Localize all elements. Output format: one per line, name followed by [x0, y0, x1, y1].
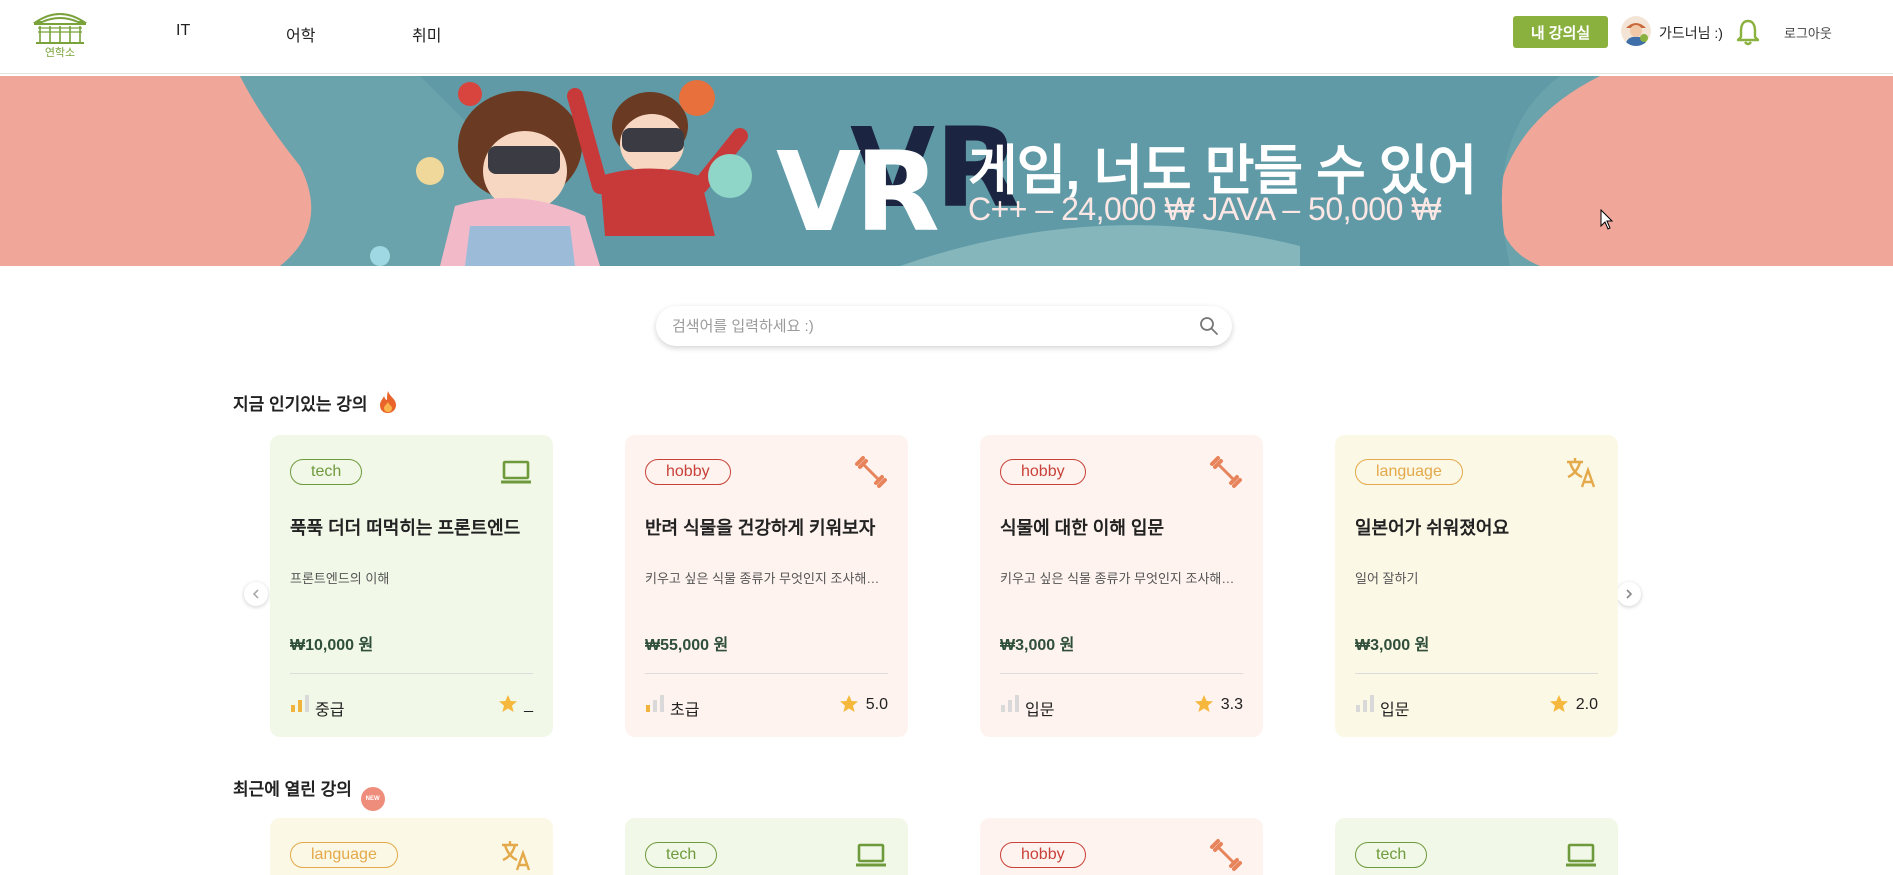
star-icon [499, 695, 517, 712]
recent-section-title: 최근에 열린 강의 NEW [233, 775, 385, 811]
course-description: 키우고 싶은 식물 종류가 무엇인지 조사해보기 [1000, 571, 1240, 586]
category-tag: hobby [1000, 459, 1086, 485]
course-card[interactable]: tech 푹푹 더더 떠먹히는 프론트엔드 프론트엔드의 이해 ₩10,000 … [270, 435, 553, 737]
course-card[interactable]: hobby 반려 식물을 건강하게 키워보자 키우고 싶은 식물 종류가 무엇인… [625, 435, 908, 737]
star-icon [1550, 695, 1568, 712]
new-badge-text: NEW [365, 796, 380, 802]
popular-title-text: 지금 인기있는 강의 [233, 395, 368, 414]
category-tag: hobby [645, 459, 731, 485]
course-rating: _ [524, 696, 533, 713]
carousel-next-button[interactable] [1617, 582, 1641, 606]
card-divider [290, 673, 533, 674]
site-logo[interactable]: 연학소 [32, 8, 88, 59]
pavilion-logo-icon [32, 13, 88, 44]
recent-title-text: 최근에 열린 강의 [233, 780, 352, 799]
course-level: 입문 [1380, 702, 1410, 719]
course-rating: 5.0 [865, 696, 888, 713]
course-rating: 2.0 [1575, 696, 1598, 713]
search-icon[interactable] [1199, 316, 1219, 336]
chevron-right-icon [1626, 589, 1633, 599]
fire-icon [380, 391, 397, 413]
course-title: 식물에 대한 이해 입문 [1000, 518, 1165, 538]
course-title: 일본어가 쉬워졌어요 [1355, 518, 1510, 538]
star-icon [1195, 695, 1213, 712]
course-price: ₩3,000 원 [1355, 637, 1430, 654]
course-card[interactable]: tech [625, 818, 908, 875]
mouse-cursor-icon [1600, 209, 1614, 230]
top-header: 연학소 IT 어학 취미 내 강의실 가드너님 :) 로그아웃 [0, 0, 1893, 74]
banner-background: VR [0, 76, 1893, 266]
course-description: 키우고 싶은 식물 종류가 무엇인지 조사해보기 [645, 571, 885, 586]
course-title: 반려 식물을 건강하게 키워보자 [645, 518, 876, 538]
category-tag: language [1355, 459, 1463, 485]
new-badge: NEW [360, 787, 385, 811]
category-tag: tech [290, 459, 363, 485]
chevron-left-icon [252, 589, 259, 599]
category-tag: language [290, 842, 398, 868]
search-input[interactable] [672, 314, 1172, 338]
translate-icon [1567, 458, 1596, 488]
username: 가드너님 :) [1659, 25, 1723, 41]
course-price: ₩55,000 원 [645, 637, 729, 654]
avatar[interactable] [1621, 16, 1651, 46]
course-price: ₩10,000 원 [290, 637, 374, 654]
course-level: 중급 [315, 702, 345, 719]
category-tag: tech [1355, 842, 1428, 868]
carousel-prev-button[interactable] [244, 582, 268, 606]
level-bars-icon [646, 695, 664, 712]
banner-vr-text: VR [776, 128, 940, 256]
translate-icon [502, 841, 531, 871]
course-card[interactable]: language 일본어가 쉬워졌어요 일어 잘하기 ₩3,000 원 입문 2… [1335, 435, 1618, 737]
nav-item-it[interactable]: IT [176, 22, 190, 40]
dumbbell-icon [1210, 839, 1242, 871]
card-divider [645, 673, 888, 674]
logo-text: 연학소 [44, 47, 76, 59]
course-card[interactable]: tech [1335, 818, 1618, 875]
card-divider [1000, 673, 1243, 674]
level-bars-icon [1356, 695, 1374, 712]
course-price: ₩3,000 원 [1000, 637, 1075, 654]
banner-price: C++ – 24,000 ₩ JAVA – 50,000 ₩ [968, 191, 1441, 227]
course-card[interactable]: hobby [980, 818, 1263, 875]
course-description: 일어 잘하기 [1355, 571, 1419, 586]
notification-bell-icon[interactable] [1735, 18, 1761, 46]
course-level: 초급 [670, 702, 700, 719]
course-rating: 3.3 [1220, 696, 1243, 713]
course-description: 프론트엔드의 이해 [290, 571, 390, 586]
promo-banner[interactable]: VR VR 게임, 너도 만들 수 있어 C++ – 24,000 ₩ JAVA… [0, 76, 1893, 266]
logout-link[interactable]: 로그아웃 [1784, 23, 1832, 42]
course-card[interactable]: language [270, 818, 553, 875]
category-tag: tech [645, 842, 718, 868]
search-bar [656, 306, 1232, 346]
dumbbell-icon [855, 456, 887, 488]
laptop-icon [856, 843, 886, 867]
my-classroom-button[interactable]: 내 강의실 [1513, 16, 1608, 48]
level-bars-icon [1001, 695, 1019, 712]
card-divider [1355, 673, 1598, 674]
category-tag: hobby [1000, 842, 1086, 868]
laptop-icon [1566, 843, 1596, 867]
course-card[interactable]: hobby 식물에 대한 이해 입문 키우고 싶은 식물 종류가 무엇인지 조사… [980, 435, 1263, 737]
dumbbell-icon [1210, 456, 1242, 488]
course-level: 입문 [1025, 702, 1055, 719]
laptop-icon [501, 460, 531, 484]
popular-section-title: 지금 인기있는 강의 [233, 390, 398, 415]
gardener-avatar-icon [1621, 16, 1651, 46]
nav-item-language[interactable]: 어학 [286, 22, 315, 46]
nav-item-hobby[interactable]: 취미 [412, 22, 441, 46]
star-icon [840, 695, 858, 712]
course-title: 푹푹 더더 떠먹히는 프론트엔드 [290, 518, 521, 538]
level-bars-icon [291, 695, 309, 712]
